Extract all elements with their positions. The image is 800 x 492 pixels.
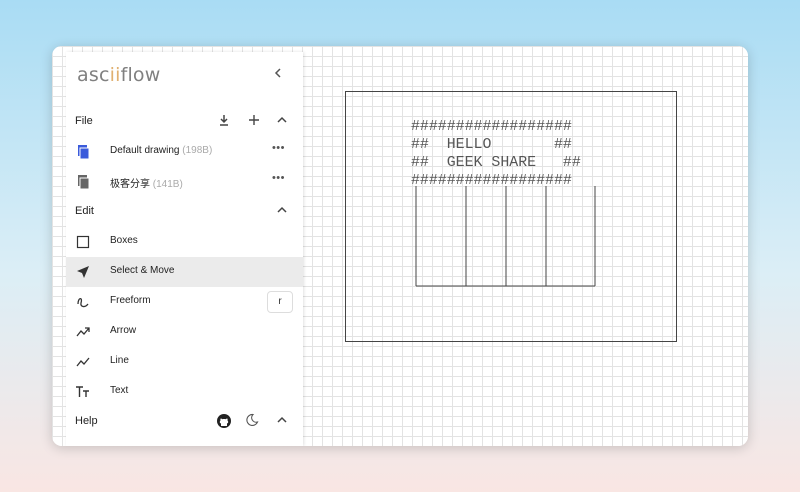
file-icon (75, 144, 91, 160)
dark-mode-toggle[interactable] (243, 413, 261, 431)
edit-section-header: Edit (66, 197, 303, 227)
file-icon (75, 174, 91, 190)
github-button[interactable] (215, 413, 233, 431)
help-section-header: Help (66, 407, 303, 437)
more-options-button[interactable]: ••• (272, 142, 285, 154)
tool-line[interactable]: Line (66, 347, 303, 377)
file-section-title: File (75, 115, 93, 127)
tool-label: Boxes (110, 235, 138, 246)
tool-freeform[interactable]: Freeform r (66, 287, 303, 317)
download-icon (220, 115, 228, 126)
chevron-up-icon (277, 206, 287, 213)
line-icon (75, 354, 91, 370)
arrow-icon (75, 324, 91, 340)
download-button[interactable] (215, 113, 233, 131)
box-icon (75, 234, 91, 250)
ascii-text[interactable]: ################## ## HELLO ## ## GEEK S… (411, 118, 581, 190)
help-collapse-button[interactable] (273, 413, 291, 431)
tool-arrow[interactable]: Arrow (66, 317, 303, 347)
tool-label: Arrow (110, 325, 137, 336)
table-lines[interactable] (414, 186, 596, 288)
tool-boxes[interactable]: Boxes (66, 227, 303, 257)
tool-label: Select & Move (110, 265, 175, 276)
plus-icon (249, 115, 259, 125)
tool-label: Line (110, 355, 129, 366)
app-window: ################## ## HELLO ## ## GEEK S… (52, 46, 748, 446)
chevron-up-icon (277, 416, 287, 423)
file-section-header: File (66, 107, 303, 137)
collapse-sidebar-button[interactable] (269, 66, 287, 84)
shortcut-badge: r (267, 291, 293, 313)
tool-select-move[interactable]: Select & Move (66, 257, 303, 287)
freeform-icon (75, 294, 91, 310)
tool-label: Text (110, 385, 129, 396)
edit-section-title: Edit (75, 205, 94, 217)
more-options-button[interactable]: ••• (272, 172, 285, 184)
tool-text[interactable]: Text (66, 377, 303, 407)
drawing-name: Default drawing (198B) (110, 145, 213, 156)
logo-row: asciiflow (66, 62, 303, 90)
logo: asciiflow (77, 64, 161, 86)
new-drawing-button[interactable] (245, 113, 263, 131)
help-section-title: Help (75, 415, 98, 427)
tool-label: Freeform (110, 295, 151, 306)
github-icon (217, 414, 231, 428)
text-icon (75, 384, 91, 400)
chevron-left-icon (274, 68, 281, 78)
drawing-name: 极客分享 (141B) (110, 179, 183, 190)
file-collapse-button[interactable] (273, 113, 291, 131)
drawing-item[interactable]: Default drawing (198B) ••• (66, 137, 303, 167)
sidebar: asciiflow File Default drawing (198B) ••… (66, 52, 303, 446)
chevron-up-icon (277, 116, 287, 123)
drawing-item[interactable]: 极客分享 (141B) ••• (66, 167, 303, 197)
moon-icon (246, 413, 259, 426)
edit-collapse-button[interactable] (273, 203, 291, 221)
cursor-icon (75, 264, 91, 280)
